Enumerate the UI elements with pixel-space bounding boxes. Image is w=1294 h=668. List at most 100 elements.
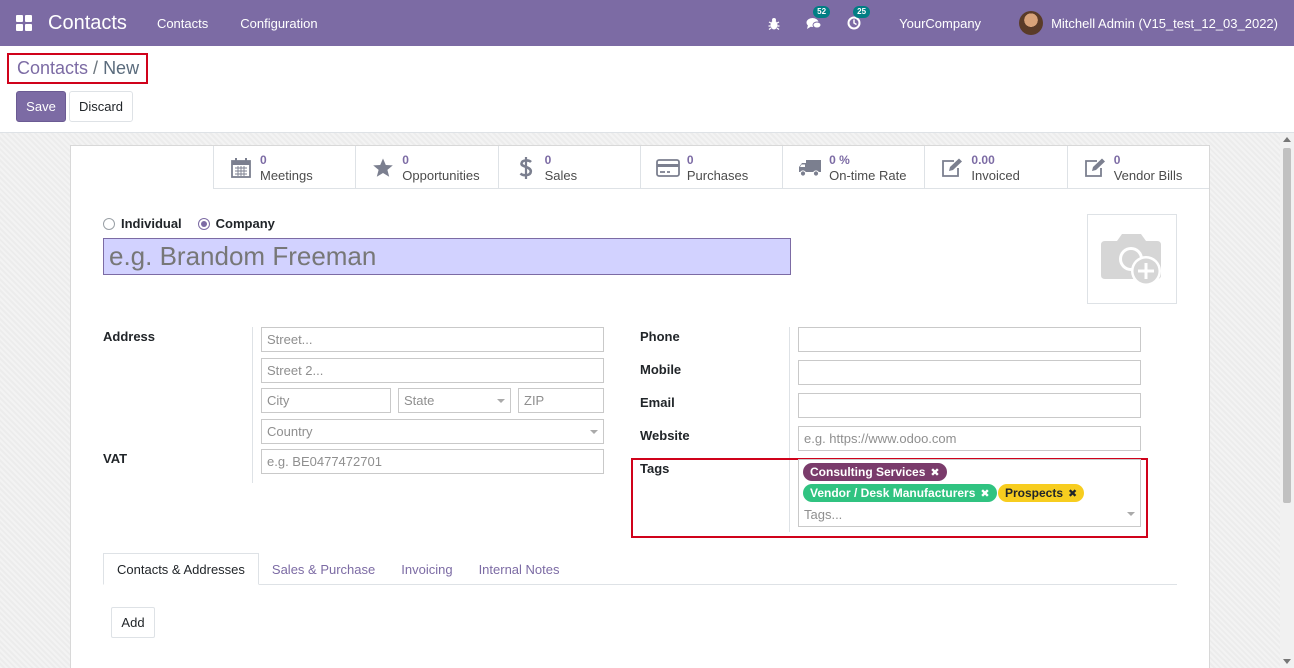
state-placeholder: State (404, 393, 435, 408)
breadcrumb: Contacts / New (7, 53, 148, 84)
user-menu[interactable]: Mitchell Admin (V15_test_12_03_2022) (1051, 16, 1278, 31)
tag-label: Prospects (1005, 486, 1064, 500)
company-radio[interactable] (197, 217, 210, 230)
tag-label: Vendor / Desk Manufacturers (810, 486, 976, 500)
tag-consulting-services: Consulting Services ✖ (803, 463, 947, 481)
country-select[interactable]: Country (261, 419, 604, 444)
menu-configuration[interactable]: Configuration (240, 16, 317, 31)
street2-input[interactable]: Street 2... (261, 358, 604, 383)
activities-count-badge: 25 (853, 6, 871, 18)
street-input[interactable]: Street... (261, 327, 604, 352)
smart-button-box: 0 Meetings 0 Opportunities 0 Sales 0 Purchas… (213, 146, 1209, 189)
camera-add-icon (1101, 234, 1161, 286)
photo-upload[interactable] (1087, 214, 1177, 304)
meetings-label: Meetings (260, 167, 313, 183)
edit-icon (939, 155, 965, 181)
smart-button-sales[interactable]: 0 Sales (497, 146, 640, 189)
email-input[interactable] (798, 393, 1141, 418)
edit-icon (1082, 155, 1108, 181)
company-switcher[interactable]: YourCompany (899, 16, 981, 31)
sales-label: Sales (544, 167, 578, 183)
company-type-selector: Individual Company (103, 216, 275, 231)
credit-card-icon (655, 155, 681, 181)
user-avatar[interactable] (1019, 11, 1044, 35)
smart-button-vendor-bills[interactable]: 0 Vendor Bills (1066, 146, 1209, 189)
on-time-rate-label: On-time Rate (829, 167, 907, 183)
scroll-up-icon[interactable] (1283, 137, 1291, 142)
phone-label: Phone (640, 329, 680, 344)
remove-tag-icon[interactable]: ✖ (1068, 487, 1077, 500)
vat-label: VAT (103, 451, 128, 466)
website-label: Website (640, 428, 690, 443)
tag-vendor-desk-manufacturers: Vendor / Desk Manufacturers ✖ (803, 484, 997, 502)
meetings-count: 0 (260, 152, 267, 167)
dollar-icon (513, 155, 539, 181)
activity-clock-icon[interactable]: 25 (845, 6, 871, 32)
chevron-down-icon (590, 430, 598, 434)
state-select[interactable]: State (398, 388, 511, 413)
opportunities-count: 0 (402, 152, 409, 167)
save-button[interactable]: Save (16, 91, 66, 122)
mobile-input[interactable] (798, 360, 1141, 385)
menu-contacts[interactable]: Contacts (157, 16, 208, 31)
address-label: Address (103, 329, 156, 344)
invoiced-value: 0.00 (971, 152, 995, 167)
star-icon (370, 155, 396, 181)
discard-button[interactable]: Discard (69, 91, 133, 122)
tab-sales-purchase[interactable]: Sales & Purchase (259, 553, 388, 585)
mobile-label: Mobile (640, 362, 682, 377)
left-group-divider (252, 327, 253, 483)
notebook-tabs: Contacts & Addresses Sales & Purchase In… (103, 553, 1177, 585)
smart-button-on-time-rate[interactable]: 0 % On-time Rate (782, 146, 924, 189)
company-label[interactable]: Company (216, 216, 275, 231)
truck-icon (797, 155, 823, 181)
breadcrumb-parent[interactable]: Contacts (17, 58, 88, 79)
country-placeholder: Country (267, 424, 313, 439)
smart-button-opportunities[interactable]: 0 Opportunities (355, 146, 497, 189)
smart-button-purchases[interactable]: 0 Purchases (639, 146, 782, 189)
scroll-down-icon[interactable] (1283, 659, 1291, 664)
individual-radio[interactable] (103, 217, 115, 230)
individual-label[interactable]: Individual (121, 216, 182, 231)
scrollbar-thumb[interactable] (1283, 148, 1291, 503)
chevron-down-icon (497, 399, 505, 403)
on-time-rate-value: 0 % (829, 152, 850, 167)
chevron-down-icon (1127, 512, 1135, 516)
debug-bug-icon[interactable] (765, 14, 783, 32)
remove-tag-icon[interactable]: ✖ (930, 466, 939, 479)
app-name[interactable]: Contacts (48, 12, 127, 35)
purchases-count: 0 (686, 152, 694, 167)
smart-button-invoiced[interactable]: 0.00 Invoiced (924, 146, 1066, 189)
calendar-icon (228, 155, 254, 181)
partner-name-input[interactable]: e.g. Brandom Freeman (103, 238, 791, 275)
tags-placeholder: Tags... (804, 507, 843, 522)
add-contact-button[interactable]: Add (111, 607, 155, 638)
tab-invoicing[interactable]: Invoicing (388, 553, 465, 585)
email-label: Email (640, 395, 675, 410)
tab-internal-notes[interactable]: Internal Notes (466, 553, 573, 585)
vendor-bills-count: 0 (1113, 152, 1121, 167)
purchases-label: Purchases (686, 167, 749, 183)
opportunities-label: Opportunities (402, 167, 480, 183)
remove-tag-icon[interactable]: ✖ (980, 487, 989, 500)
vat-input[interactable]: e.g. BE0477472701 (261, 449, 604, 474)
vendor-bills-label: Vendor Bills (1113, 167, 1183, 183)
invoiced-label: Invoiced (971, 167, 1020, 183)
messages-chat-icon[interactable]: 52 (805, 6, 831, 32)
top-navbar: Contacts Contacts Configuration 52 25 Yo… (0, 0, 1294, 46)
breadcrumb-separator: / (93, 58, 99, 78)
tab-contacts-addresses[interactable]: Contacts & Addresses (103, 553, 259, 585)
breadcrumb-current: New (103, 58, 140, 78)
city-input[interactable]: City (261, 388, 391, 413)
website-input[interactable]: e.g. https://www.odoo.com (798, 426, 1141, 451)
messages-count-badge: 52 (813, 6, 831, 18)
phone-input[interactable] (798, 327, 1141, 352)
form-sheet: 0 Meetings 0 Opportunities 0 Sales 0 Purchas… (70, 145, 1210, 668)
smart-button-meetings[interactable]: 0 Meetings (213, 146, 355, 189)
apps-menu-icon[interactable] (0, 0, 48, 46)
page-scrollbar[interactable] (1280, 133, 1294, 668)
zip-input[interactable]: ZIP (518, 388, 604, 413)
tag-label: Consulting Services (810, 465, 926, 479)
control-panel: Contacts / New Save Discard (0, 46, 1294, 133)
sales-count: 0 (544, 152, 552, 167)
